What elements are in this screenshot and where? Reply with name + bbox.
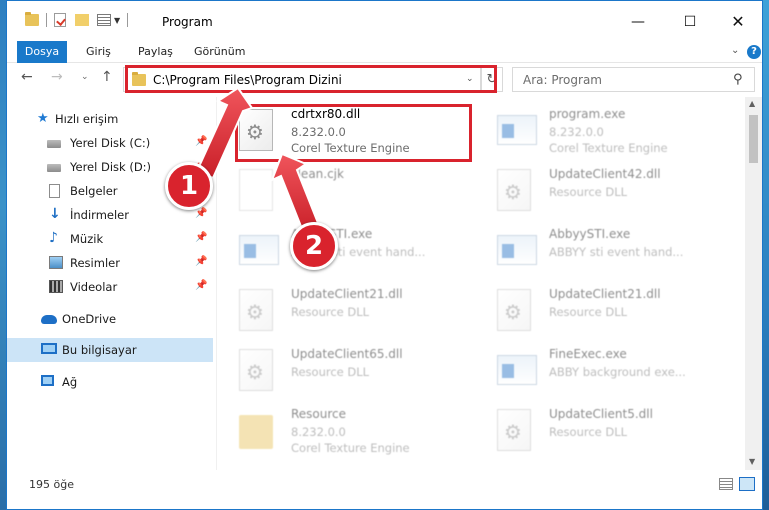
dll-file-icon: [497, 169, 531, 211]
customize-toolbar-icon[interactable]: [97, 14, 111, 26]
new-folder-icon[interactable]: [75, 14, 89, 26]
help-icon[interactable]: ?: [747, 45, 761, 59]
dll-file-icon: [239, 109, 273, 151]
sidebar-item-this-pc[interactable]: Bu bilgisayar: [7, 338, 213, 362]
toolbar-separator: [46, 13, 47, 27]
cloud-icon: [41, 315, 57, 324]
pin-icon: 📌: [195, 280, 208, 291]
address-path[interactable]: C:\Program Files\Program Dizini: [153, 73, 342, 87]
scrollbar-thumb[interactable]: [749, 115, 758, 163]
music-icon: ♪: [49, 230, 58, 246]
step-2-badge: 2: [290, 222, 338, 270]
desktop-background-right: [763, 0, 769, 510]
exe-file-icon: [239, 235, 279, 265]
sidebar-item-quick-access[interactable]: ★ Hızlı erişim: [7, 107, 213, 131]
tab-file[interactable]: Dosya: [17, 41, 67, 63]
video-icon: [49, 280, 63, 293]
chevron-down-icon[interactable]: ▼: [114, 16, 120, 25]
computer-icon: [41, 343, 57, 354]
search-placeholder: Ara: Program: [523, 73, 602, 87]
pin-icon: 📌: [195, 208, 208, 219]
tab-home[interactable]: Giriş: [86, 41, 111, 63]
file-item[interactable]: UpdateClient65.dll Resource DLL: [217, 343, 457, 403]
large-icons-view-icon[interactable]: [739, 477, 755, 491]
file-item[interactable]: AbbyySTI.exe ABBYY sti event hand...: [217, 223, 457, 283]
pictures-icon: [49, 256, 63, 269]
chevron-down-icon[interactable]: ⌄: [466, 74, 474, 84]
document-icon: [49, 184, 60, 198]
file-item[interactable]: UpdateClient42.dll Resource DLL: [475, 163, 715, 223]
folder-icon: [132, 72, 146, 86]
sidebar-item-local-disk-c[interactable]: Yerel Disk (C:) 📌: [7, 131, 213, 155]
title-bar: ▼ Program — ☐ ✕: [7, 1, 762, 41]
toolbar-separator: [127, 13, 129, 27]
file-list: cdrtxr80.dll 8.232.0.0 Corel Texture Eng…: [217, 97, 745, 470]
star-icon: ★: [37, 111, 49, 126]
step-1-badge: 1: [165, 162, 213, 210]
sidebar-item-pictures[interactable]: Resimler 📌: [7, 251, 213, 275]
minimize-button[interactable]: —: [615, 9, 661, 35]
file-item[interactable]: FineExec.exe ABBY background exe...: [475, 343, 715, 403]
download-icon: ↓: [49, 206, 61, 222]
folder-icon: [25, 12, 39, 26]
navigation-pane: ★ Hızlı erişim Yerel Disk (C:) 📌 Yerel D…: [7, 97, 213, 470]
close-button[interactable]: ✕: [715, 9, 761, 35]
tab-share[interactable]: Paylaş: [138, 41, 173, 63]
pin-icon: 📌: [195, 136, 208, 147]
tab-view[interactable]: Görünüm: [194, 41, 245, 63]
scroll-down-icon[interactable]: ▼: [749, 457, 755, 466]
recent-locations-icon[interactable]: ⌄: [81, 72, 89, 82]
maximize-button[interactable]: ☐: [667, 9, 713, 35]
dll-file-icon: [239, 349, 273, 391]
sidebar-item-videos[interactable]: Videolar 📌: [7, 275, 213, 299]
search-icon[interactable]: ⚲: [733, 72, 743, 87]
disk-icon: [47, 164, 61, 172]
folder-item[interactable]: Resource 8.232.0.0 Corel Texture Engine: [217, 403, 457, 463]
window-title: Program: [162, 15, 213, 29]
refresh-button[interactable]: ↻: [481, 67, 503, 92]
dll-file-icon: [497, 409, 531, 451]
pin-icon: 📌: [195, 232, 208, 243]
sidebar-item-network[interactable]: Ağ: [7, 370, 213, 394]
file-item-cdrtxr80-dll[interactable]: cdrtxr80.dll 8.232.0.0 Corel Texture Eng…: [217, 103, 457, 163]
forward-arrow-icon[interactable]: →: [51, 69, 63, 85]
file-explorer-window: ▼ Program — ☐ ✕ Dosya Giriş Paylaş Görün…: [6, 0, 763, 510]
exe-file-icon: [497, 355, 537, 385]
sidebar-item-onedrive[interactable]: OneDrive: [7, 307, 213, 331]
exe-file-icon: [497, 115, 537, 145]
search-input[interactable]: Ara: Program ⚲: [512, 67, 755, 92]
exe-file-icon: [497, 235, 537, 265]
properties-icon[interactable]: [54, 13, 66, 27]
blank-file-icon: [239, 169, 273, 211]
quick-access-toolbar: ▼: [25, 12, 135, 27]
dll-file-icon: [497, 289, 531, 331]
expand-ribbon-icon[interactable]: ⌄: [731, 45, 739, 56]
ribbon-tabs: Dosya Giriş Paylaş Görünüm ⌄ ?: [7, 41, 762, 63]
disk-icon: [47, 140, 61, 148]
details-view-icon[interactable]: [719, 478, 733, 490]
back-arrow-icon[interactable]: ←: [21, 69, 33, 85]
sidebar-item-music[interactable]: ♪ Müzik 📌: [7, 227, 213, 251]
file-item[interactable]: AbbyySTI.exe ABBYY sti event hand...: [475, 223, 715, 283]
file-item[interactable]: UpdateClient21.dll Resource DLL: [475, 283, 715, 343]
vertical-scrollbar[interactable]: ▲ ▼: [745, 97, 762, 470]
file-item[interactable]: clean.cjk: [217, 163, 457, 223]
network-icon: [41, 375, 54, 386]
scroll-up-icon[interactable]: ▲: [749, 99, 755, 108]
address-bar[interactable]: C:\Program Files\Program Dizini ⌄: [123, 67, 481, 92]
file-item[interactable]: program.exe 8.232.0.0 Corel Texture Engi…: [475, 103, 715, 163]
file-item[interactable]: UpdateClient5.dll Resource DLL: [475, 403, 715, 463]
up-arrow-icon[interactable]: ↑: [101, 69, 113, 85]
file-item[interactable]: UpdateClient21.dll Resource DLL: [217, 283, 457, 343]
status-bar: 195 öğe: [7, 470, 762, 500]
navigation-bar: ← → ⌄ ↑ C:\Program Files\Program Dizini …: [7, 63, 762, 97]
item-count: 195 öğe: [29, 478, 74, 491]
folder-icon: [239, 415, 273, 449]
pin-icon: 📌: [195, 256, 208, 267]
dll-file-icon: [239, 289, 273, 331]
